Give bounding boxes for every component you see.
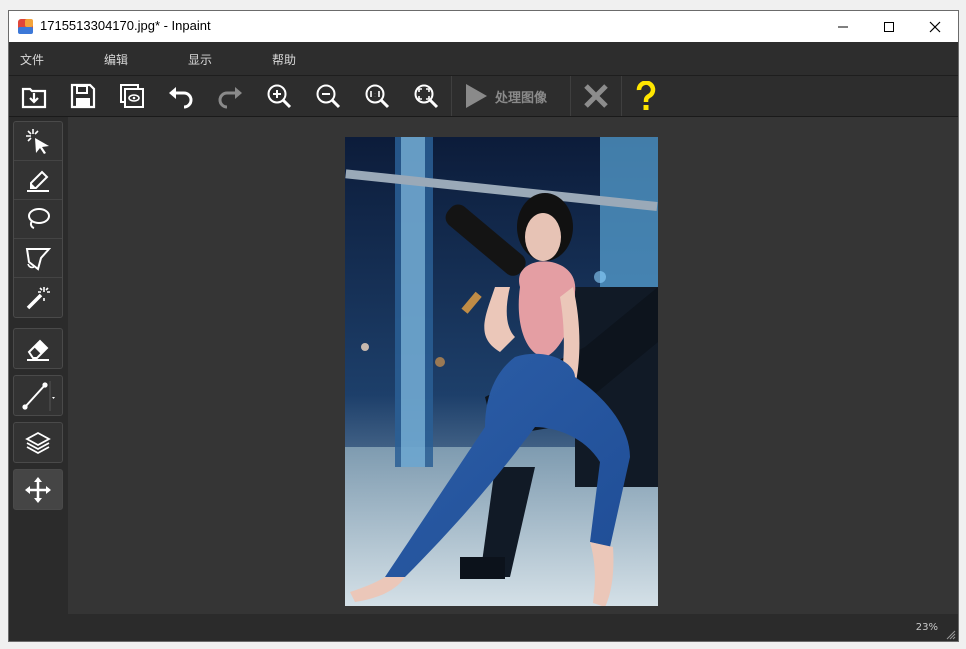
move-tool-group — [13, 469, 63, 510]
close-window-button[interactable] — [912, 11, 958, 42]
toolbar-separator — [621, 76, 622, 116]
eraser-icon — [27, 339, 49, 361]
minimize-button[interactable] — [820, 11, 866, 42]
marker-tool[interactable] — [14, 161, 62, 200]
close-icon — [929, 21, 941, 32]
maximize-button[interactable] — [866, 11, 912, 42]
help-question-icon — [636, 81, 656, 110]
line-tool[interactable] — [14, 376, 62, 415]
process-image-label: 处理图像 — [495, 90, 548, 106]
marker-icon — [27, 170, 49, 192]
move-icon — [25, 476, 51, 503]
process-image-button[interactable]: 处理图像 — [452, 76, 570, 116]
status-bar: 23% — [9, 614, 958, 641]
open-button[interactable] — [17, 80, 51, 112]
inpaint-app-icon — [18, 19, 33, 34]
eraser-tool-group — [13, 328, 63, 369]
cancel-process-button[interactable] — [579, 80, 613, 112]
undo-icon — [169, 87, 193, 109]
image-canvas[interactable] — [68, 117, 958, 614]
polygon-lasso-tool[interactable] — [14, 239, 62, 278]
menu-bar: 文件 编辑 显示 帮助 — [9, 42, 958, 76]
zoom-fit-button[interactable] — [409, 80, 443, 112]
eraser-tool[interactable] — [14, 329, 62, 368]
toolbar-separator — [570, 76, 571, 116]
layers-icon — [25, 431, 51, 454]
window-title: 1715513304170.jpg* - Inpaint — [40, 18, 211, 33]
lasso-icon — [28, 208, 50, 229]
app-window: 1715513304170.jpg* - Inpaint 文件 编辑 显示 帮助 — [8, 10, 959, 642]
close-x-icon — [584, 84, 608, 108]
save-icon — [70, 83, 96, 109]
layers-tool[interactable] — [14, 423, 62, 462]
play-icon — [466, 84, 487, 108]
menu-view[interactable]: 显示 — [188, 51, 212, 68]
line-tool-icon — [22, 380, 55, 411]
zoom-fit-icon — [414, 84, 439, 109]
zoom-out-icon — [316, 84, 341, 109]
menu-edit[interactable]: 编辑 — [104, 51, 128, 68]
menu-file[interactable]: 文件 — [20, 51, 44, 68]
toolbar: 处理图像 — [9, 76, 958, 117]
photo-image — [345, 137, 658, 606]
save-button[interactable] — [66, 80, 100, 112]
move-tool[interactable] — [14, 470, 62, 509]
zoom-in-icon — [267, 84, 292, 109]
selection-tools — [13, 121, 63, 318]
lasso-tool[interactable] — [14, 200, 62, 239]
undo-button[interactable] — [164, 80, 198, 112]
maximize-icon — [884, 21, 894, 32]
tool-panel — [9, 117, 68, 614]
resize-grip-icon[interactable] — [946, 630, 956, 640]
menu-help[interactable]: 帮助 — [272, 51, 296, 68]
polygon-lasso-icon — [25, 248, 51, 271]
save-copy-button[interactable] — [115, 80, 149, 112]
redo-button[interactable] — [213, 80, 247, 112]
layers-tool-group — [13, 422, 63, 463]
line-tool-group — [13, 375, 63, 416]
zoom-actual-icon — [365, 84, 390, 109]
smart-select-icon — [26, 129, 49, 154]
title-bar: 1715513304170.jpg* - Inpaint — [9, 11, 958, 42]
smart-select-tool[interactable] — [14, 122, 62, 161]
save-copy-icon — [120, 84, 144, 108]
zoom-in-button[interactable] — [262, 80, 296, 112]
zoom-actual-button[interactable] — [360, 80, 394, 112]
redo-icon — [218, 87, 242, 109]
help-button[interactable] — [629, 80, 663, 112]
open-icon — [21, 87, 47, 109]
magic-wand-tool[interactable] — [14, 278, 62, 317]
zoom-level: 23% — [915, 622, 938, 633]
magic-wand-icon — [26, 286, 50, 309]
zoom-out-button[interactable] — [311, 80, 345, 112]
minimize-icon — [838, 26, 848, 27]
